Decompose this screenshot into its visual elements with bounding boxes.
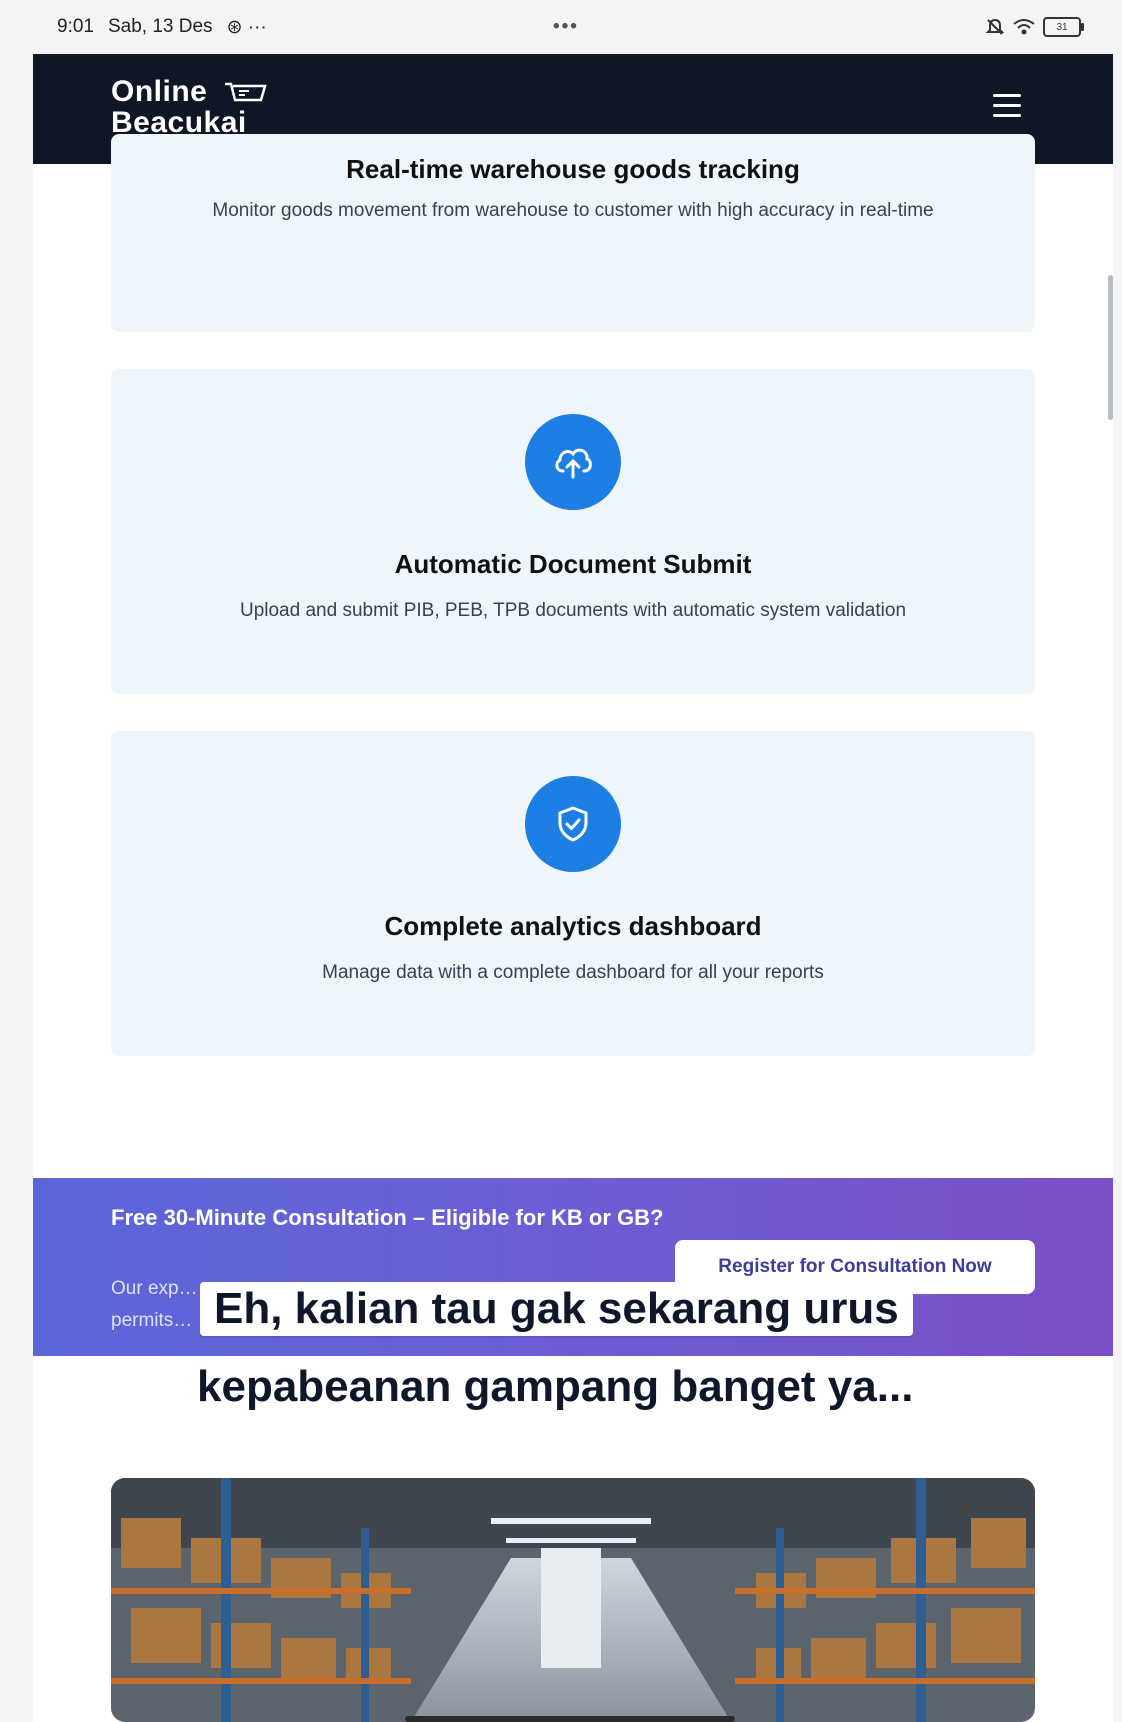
feature-card: Real-time warehouse goods tracking Monit… <box>111 134 1035 332</box>
status-dots: ••• <box>553 16 579 37</box>
caption-line-1: Eh, kalian tau gak sekarang urus <box>200 1282 913 1336</box>
feature-description: Manage data with a complete dashboard fo… <box>322 962 824 983</box>
feature-title: Real-time warehouse goods tracking <box>346 154 800 184</box>
cart-logo-icon <box>225 82 267 102</box>
banner-title: Free 30-Minute Consultation – Eligible f… <box>111 1205 664 1230</box>
feature-title: Complete analytics dashboard <box>384 911 762 941</box>
page-scrollbar[interactable] <box>1108 275 1113 420</box>
caption-line-2: kepabeanan gampang banget ya... <box>197 1362 914 1411</box>
hamburger-menu-icon[interactable] <box>993 94 1021 118</box>
status-bar: 9:01 Sab, 13 Des ⊛ ··· ••• 31 <box>33 0 1113 54</box>
home-indicator[interactable] <box>405 1716 735 1722</box>
phone-screen: 9:01 Sab, 13 Des ⊛ ··· ••• 31 Online Bea… <box>33 0 1113 1722</box>
wifi-icon <box>1013 19 1035 35</box>
battery-icon: 31 <box>1043 17 1084 37</box>
feature-title: Automatic Document Submit <box>394 549 752 579</box>
mute-bell-icon <box>985 18 1005 35</box>
status-date: Sab, 13 Des <box>107 16 213 37</box>
banner-subtitle: Our exp… permits… <box>111 1278 198 1331</box>
battery-level: 31 <box>1056 21 1068 33</box>
status-time: 9:01 <box>57 16 94 37</box>
feature-description: Monitor goods movement from warehouse to… <box>212 200 934 221</box>
site-logo[interactable]: Online Beacukai <box>111 76 267 138</box>
cloud-upload-icon <box>525 414 621 510</box>
warehouse-image <box>111 1478 1035 1722</box>
shield-check-icon <box>525 776 621 872</box>
feature-description: Upload and submit PIB, PEB, TPB document… <box>239 600 907 621</box>
status-extra: ⊛ ··· <box>226 16 267 38</box>
feature-card: Automatic Document Submit Upload and sub… <box>111 369 1035 694</box>
feature-card: Complete analytics dashboard Manage data… <box>111 731 1035 1056</box>
